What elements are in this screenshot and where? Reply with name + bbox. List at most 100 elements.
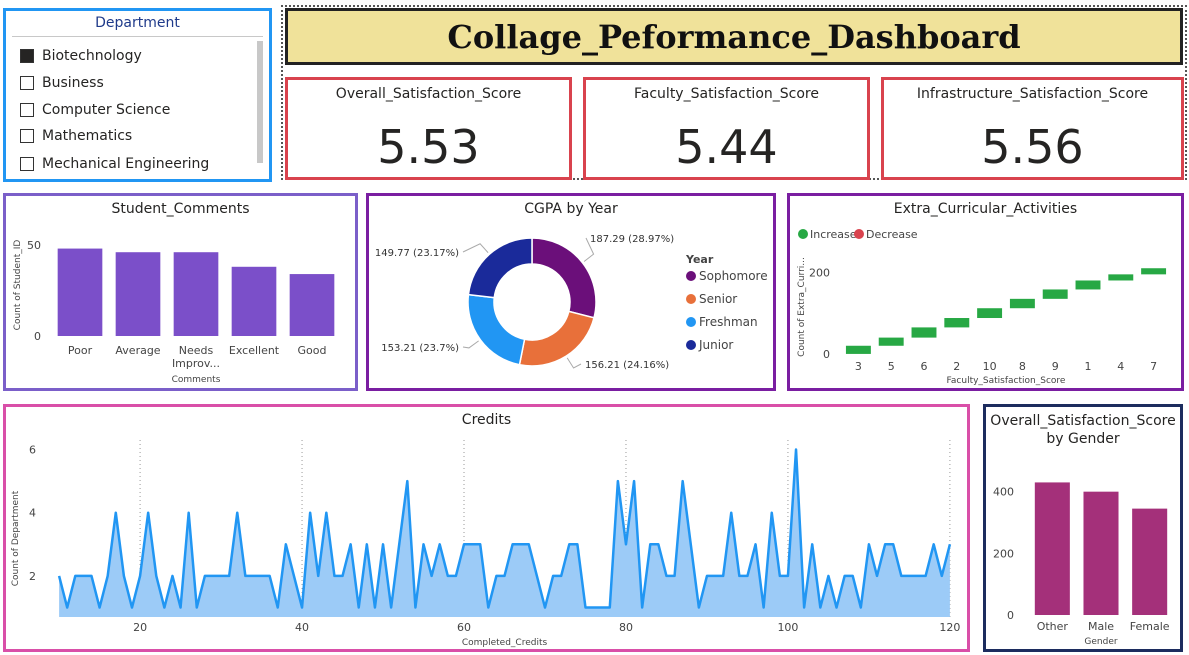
slicer-item-computer-science[interactable]: Computer Science — [20, 100, 170, 120]
legend-label: Senior — [699, 292, 737, 306]
y-tick-label: 200 — [993, 547, 1014, 560]
waterfall-bar — [878, 337, 904, 346]
x-tick-label: 3 — [855, 360, 862, 373]
gender-bar-chart: 0 200 400 Other Male Female Gender — [993, 482, 1170, 647]
legend-marker — [686, 340, 696, 350]
x-tick-label: Other — [1037, 620, 1069, 633]
x-tick-label: 20 — [133, 621, 147, 634]
legend-marker — [686, 271, 696, 281]
y-tick-label: 0 — [823, 348, 830, 361]
slicer-item-biotechnology[interactable]: Biotechnology — [20, 46, 142, 66]
gender-panel[interactable]: Overall_Satisfaction_Score by Gender 0 20… — [983, 404, 1183, 652]
kpi-label: Faculty_Satisfaction_Score — [634, 86, 819, 102]
student-comments-panel[interactable]: Student_Comments 0 50 Poor Average Needs Impr… — [3, 193, 358, 391]
x-tick-label: 100 — [777, 621, 798, 634]
x-tick-label: Female — [1130, 620, 1170, 633]
bar — [231, 266, 277, 336]
leader-line — [566, 357, 582, 369]
slicer-divider — [12, 36, 263, 37]
legend-label: Decrease — [866, 228, 918, 241]
checkbox-icon[interactable] — [20, 103, 34, 117]
y-axis-title: Count of Extra_Curri... — [797, 257, 807, 357]
checkbox-icon[interactable] — [20, 129, 34, 143]
waterfall-bar — [845, 345, 871, 354]
x-tick-label: 2 — [953, 360, 960, 373]
legend-label: Freshman — [699, 315, 758, 329]
y-tick-label: 400 — [993, 486, 1014, 499]
y-tick-label: 6 — [29, 443, 36, 456]
credits-panel[interactable]: Credits 2 4 6 20 40 60 80 100 120 Completed_Credi… — [3, 404, 970, 652]
x-tick-label: Excellent — [229, 344, 280, 357]
donut-slice — [518, 310, 595, 367]
donut-slice — [467, 237, 533, 299]
legend-label: Increase — [810, 228, 857, 241]
slicer-item-label: Biotechnology — [42, 48, 142, 64]
kpi-card-faculty[interactable]: Faculty_Satisfaction_Score 5.44 — [583, 77, 870, 180]
x-tick-label: 5 — [888, 360, 895, 373]
extra-curricular-panel[interactable]: Extra_Curricular_Activities Increase Decr… — [787, 193, 1184, 391]
x-tick-label: 60 — [457, 621, 471, 634]
data-label: 156.21 (24.16%) — [585, 360, 669, 371]
legend-marker — [686, 317, 696, 327]
cgpa-panel[interactable]: CGPA by Year 187.29 (28.97%) 156.21 (24.1… — [366, 193, 776, 391]
x-tick-label: 80 — [619, 621, 633, 634]
data-label: 149.77 (23.17%) — [375, 248, 459, 259]
slicer-item-mechanical-engineering[interactable]: Mechanical Engineering — [20, 154, 209, 174]
slicer-item-mathematics[interactable]: Mathematics — [20, 126, 132, 146]
donut-slice — [531, 237, 597, 319]
slicer-item-business[interactable]: Business — [20, 73, 104, 93]
slicer-item-label: Computer Science — [42, 102, 171, 118]
waterfall-bar — [1108, 274, 1134, 281]
y-tick-label: 200 — [809, 266, 830, 279]
waterfall-bar — [1042, 289, 1068, 299]
x-tick-label: Poor — [68, 344, 93, 357]
extra-curricular-chart: Increase Decrease 0 200 3 5 6 2 10 8 9 1 4 7 Faculty_S… — [797, 228, 1167, 386]
waterfall-bar — [911, 327, 937, 338]
student-comments-chart: 0 50 Poor Average NeedsImprov... Excellent Goo… — [13, 239, 335, 385]
dashboard-title: Collage_Peformance_Dashboard — [285, 8, 1183, 65]
x-tick-label: Male — [1088, 620, 1114, 633]
bar — [289, 274, 335, 336]
credits-area-chart: 2 4 6 20 40 60 80 100 120 Completed_Credits Count … — [11, 440, 960, 648]
x-axis-title: Gender — [1084, 637, 1117, 647]
y-tick-label: 4 — [29, 507, 36, 520]
slicer-item-label: Mechanical Engineering — [42, 156, 210, 172]
legend-marker — [686, 294, 696, 304]
x-axis-title: Faculty_Satisfaction_Score — [947, 376, 1066, 386]
kpi-value: 5.53 — [377, 120, 480, 174]
kpi-label: Overall_Satisfaction_Score — [335, 86, 522, 102]
legend-label: Junior — [698, 338, 733, 352]
legend-marker — [798, 229, 808, 239]
bar — [1132, 508, 1168, 615]
slicer-scrollbar[interactable] — [257, 41, 263, 163]
y-tick-label: 2 — [29, 570, 36, 583]
x-tick-label: 4 — [1117, 360, 1124, 373]
checkbox-icon[interactable] — [20, 157, 34, 171]
bar — [1083, 491, 1119, 615]
x-tick-label: 120 — [939, 621, 960, 634]
x-tick-label: Good — [298, 344, 327, 357]
waterfall-bar — [944, 318, 970, 328]
kpi-card-overall[interactable]: Overall_Satisfaction_Score 5.53 — [285, 77, 572, 180]
x-tick-label: 6 — [921, 360, 928, 373]
x-tick-label: 8 — [1019, 360, 1026, 373]
donut-slice — [467, 293, 526, 366]
kpi-card-infrastructure[interactable]: Infrastructure_Satisfaction_Score 5.56 — [881, 77, 1184, 180]
checkbox-icon[interactable] — [20, 49, 34, 63]
x-axis-title: Completed_Credits — [462, 638, 548, 648]
checkbox-icon[interactable] — [20, 76, 34, 90]
x-tick-label: 1 — [1085, 360, 1092, 373]
legend-label: Sophomore — [699, 269, 768, 283]
y-tick-label: 50 — [27, 239, 41, 252]
slicer-item-label: Business — [42, 75, 104, 91]
waterfall-bar — [1141, 268, 1167, 275]
waterfall-bar — [1009, 298, 1035, 309]
x-tick-label: Average — [115, 344, 160, 357]
bar — [173, 252, 219, 336]
kpi-value: 5.56 — [981, 120, 1084, 174]
x-tick-label: 40 — [295, 621, 309, 634]
waterfall-bar — [1075, 280, 1101, 290]
department-slicer: Department Biotechnology Business Comput… — [3, 8, 272, 182]
x-tick-label: Needs — [179, 344, 214, 357]
legend-marker — [854, 229, 864, 239]
